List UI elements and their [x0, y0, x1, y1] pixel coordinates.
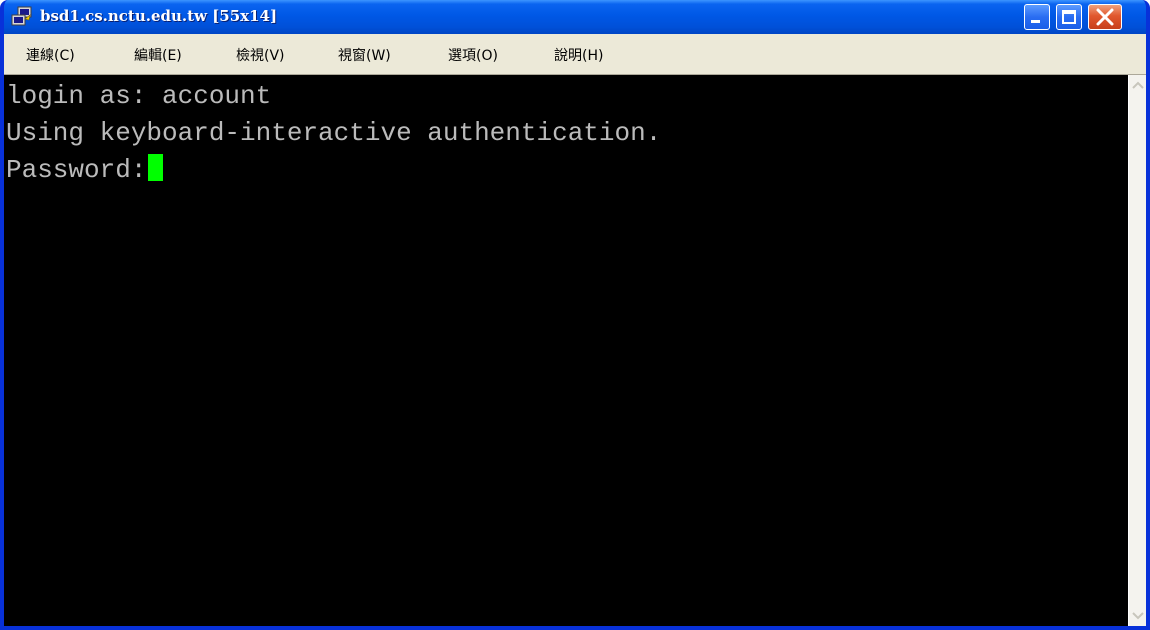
menu-edit[interactable]: 編輯(E): [134, 45, 182, 65]
window-title: bsd1.cs.nctu.edu.tw [55x14]: [40, 7, 278, 25]
vertical-scrollbar[interactable]: [1128, 75, 1146, 626]
close-icon: [1096, 8, 1114, 26]
putty-window: bsd1.cs.nctu.edu.tw [55x14] 連線(C) 編輯(E) …: [0, 0, 1150, 630]
terminal-line: login as: account: [6, 81, 272, 111]
menu-window[interactable]: 視窗(W): [338, 45, 391, 65]
menu-view[interactable]: 檢視(V): [236, 45, 285, 65]
putty-icon: [11, 6, 32, 26]
terminal-screen[interactable]: login as: account Using keyboard-interac…: [4, 75, 1128, 626]
close-button[interactable]: [1088, 4, 1122, 30]
menu-connection[interactable]: 連線(C): [26, 45, 75, 65]
terminal-line: Using keyboard-interactive authenticatio…: [6, 118, 662, 148]
scroll-up-icon[interactable]: [1129, 77, 1147, 95]
terminal-cursor: [148, 154, 164, 181]
maximize-icon: [1062, 10, 1076, 24]
minimize-icon: [1031, 20, 1040, 23]
scroll-down-icon[interactable]: [1129, 606, 1147, 624]
password-prompt: Password:: [6, 155, 147, 185]
terminal-prompt-line: Password:: [6, 152, 1128, 189]
menu-help[interactable]: 說明(H): [554, 45, 603, 65]
minimize-button[interactable]: [1024, 4, 1050, 30]
menu-bar: 連線(C) 編輯(E) 檢視(V) 視窗(W) 選項(O) 說明(H): [4, 34, 1146, 75]
menu-options[interactable]: 選項(O): [448, 45, 498, 65]
title-bar[interactable]: bsd1.cs.nctu.edu.tw [55x14]: [4, 0, 1146, 34]
maximize-button[interactable]: [1056, 4, 1082, 30]
